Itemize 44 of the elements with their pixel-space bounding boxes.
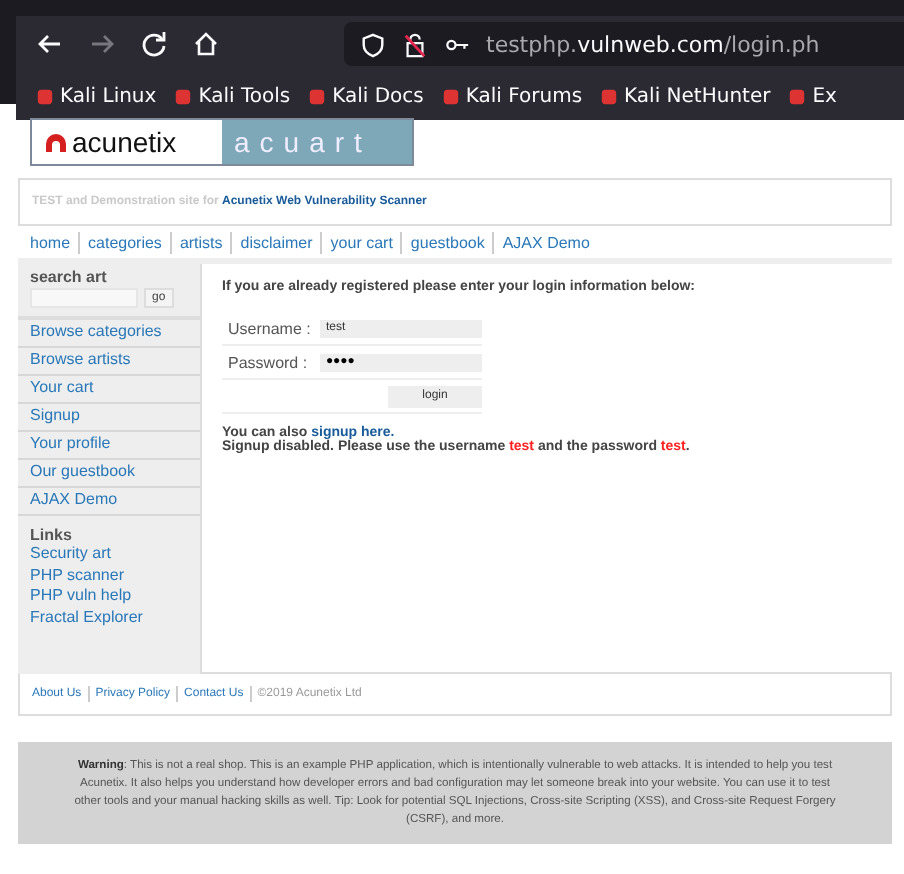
bookmark-favicon-icon — [174, 87, 193, 105]
nav-link[interactable]: artists — [179, 233, 223, 251]
logo-brand-text: acunetix — [72, 126, 177, 158]
sidebar-link[interactable]: PHP scanner — [30, 565, 188, 586]
address-bar[interactable]: testphp.vulnweb.com/login.ph — [344, 22, 904, 66]
bookmark-favicon-icon — [36, 87, 54, 105]
password-label: Password : — [226, 353, 310, 371]
home-icon[interactable] — [192, 30, 220, 58]
bookmark-link[interactable]: Kali NetHunter — [624, 85, 771, 107]
forward-icon[interactable] — [88, 30, 116, 58]
reload-icon[interactable] — [140, 30, 168, 58]
nav-link[interactable]: your cart — [330, 233, 393, 251]
sidebar-link[interactable]: Your cart — [18, 376, 200, 404]
sidebar-link[interactable]: Security art — [30, 544, 188, 565]
sidebar-link[interactable]: PHP vuln help — [30, 586, 188, 607]
bookmark-link[interactable]: Kali Linux — [60, 85, 157, 107]
nav-link[interactable]: disclaimer — [240, 233, 313, 251]
nav-link[interactable]: categories — [88, 233, 162, 251]
search-title: search art — [30, 268, 109, 286]
username-label: Username : — [226, 319, 313, 337]
bookmark-link[interactable]: Kali Forums — [465, 85, 583, 107]
sidebar-link[interactable]: Fractal Explorer — [30, 607, 188, 628]
bookmark-link[interactable]: Kali Tools — [198, 85, 291, 107]
bookmark-favicon-icon — [600, 87, 619, 105]
bookmark-favicon-icon — [308, 87, 327, 105]
links-title: Links — [30, 526, 74, 544]
bookmark-link[interactable]: Ex — [812, 85, 837, 107]
url-text: testphp.vulnweb.com/login.ph — [486, 31, 820, 57]
sidebar-link[interactable]: Browse artists — [18, 348, 200, 376]
sidebar-link[interactable]: Signup — [18, 404, 200, 432]
sidebar-link[interactable]: Browse categories — [18, 320, 200, 348]
logo-arch-icon — [44, 132, 68, 152]
bookmark-favicon-icon — [441, 87, 460, 105]
nav-link[interactable]: guestbook — [410, 233, 485, 251]
bookmark-link[interactable]: Kali Docs — [332, 85, 424, 107]
back-icon[interactable] — [36, 30, 64, 58]
sidebar-link[interactable]: Our guestbook — [18, 460, 200, 488]
nav-link[interactable]: home — [30, 233, 71, 251]
sidebar-link[interactable]: AJAX Demo — [18, 488, 200, 516]
nav-link[interactable]: AJAX Demo — [502, 233, 590, 251]
sidebar-link[interactable]: Your profile — [18, 432, 200, 460]
shield-icon — [360, 31, 386, 57]
bookmark-favicon-icon — [788, 87, 807, 105]
insecure-lock-icon — [402, 31, 428, 57]
